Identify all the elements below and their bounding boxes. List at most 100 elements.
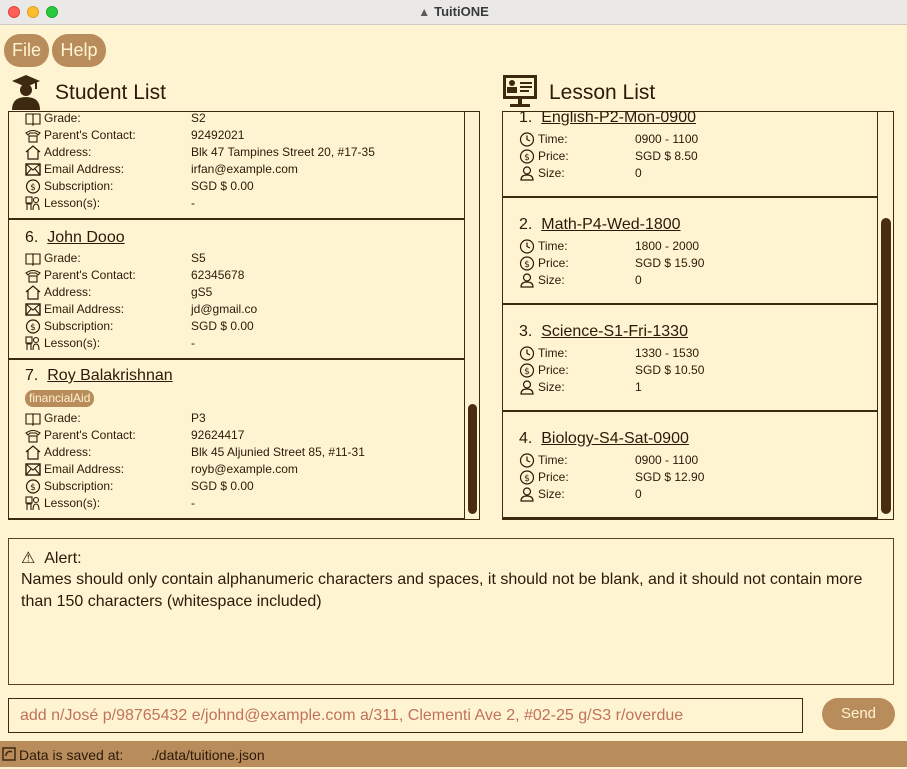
lessons-row: Lesson(s): - xyxy=(25,195,445,212)
parent-contact-label: Parent's Contact: xyxy=(44,428,136,442)
alert-header: ⚠ Alert: xyxy=(21,548,82,568)
lesson-card[interactable]: 4. Biology-S4-Sat-0900 Time: 0900 - 1100 $ P… xyxy=(503,412,877,519)
lesson-time-label: Time: xyxy=(538,239,568,253)
lesson-index: 3. xyxy=(519,323,533,340)
parent-contact-row: Parent's Contact: 62345678 xyxy=(25,267,445,284)
lesson-index: 4. xyxy=(519,430,533,447)
envelope-icon xyxy=(25,462,41,477)
lesson-time-label: Time: xyxy=(538,346,568,360)
dollar-icon: $ xyxy=(25,479,41,494)
lesson-card-title: 4. Biology-S4-Sat-0900 xyxy=(519,430,689,448)
lesson-scroll-thumb[interactable] xyxy=(881,218,891,514)
lesson-price-label: Price: xyxy=(538,149,569,163)
lesson-price-label: Price: xyxy=(538,256,569,270)
help-menu[interactable]: Help xyxy=(52,34,106,67)
svg-text:$: $ xyxy=(30,323,36,333)
lesson-code: Math-P4-Wed-1800 xyxy=(541,216,681,233)
grade-row: Grade: S2 xyxy=(25,111,445,127)
lesson-price-row: $ Price: SGD $ 10.50 xyxy=(519,362,893,379)
subscription-row: $ Subscription: SGD $ 0.00 xyxy=(25,178,445,195)
lesson-size-row: Size: 1 xyxy=(519,379,893,396)
lesson-card-title: 1. English-P2-Mon-0900 xyxy=(519,112,696,127)
subscription-label: Subscription: xyxy=(44,319,114,333)
lesson-price-value: SGD $ 15.90 xyxy=(635,256,705,270)
home-icon xyxy=(25,285,41,300)
window-title: TuitiONE xyxy=(434,4,489,19)
lesson-index: 2. xyxy=(519,216,533,233)
lesson-card[interactable]: 3. Science-S1-Fri-1330 Time: 1330 - 1530 $ P… xyxy=(503,305,877,412)
lesson-card-title: 3. Science-S1-Fri-1330 xyxy=(519,323,688,341)
grade-row: Grade: S5 xyxy=(25,250,445,267)
lesson-price-value: SGD $ 12.90 xyxy=(635,470,705,484)
home-icon xyxy=(25,445,41,460)
email-row: Email Address: royb@example.com xyxy=(25,461,445,478)
dollar-icon: $ xyxy=(519,363,535,378)
dollar-icon: $ xyxy=(25,179,41,194)
send-button[interactable]: Send xyxy=(822,698,895,730)
grade-label: Grade: xyxy=(44,111,81,125)
lesson-size-row: Size: 0 xyxy=(519,272,893,289)
lesson-price-value: SGD $ 8.50 xyxy=(635,149,698,163)
email-value: jd@gmail.co xyxy=(191,302,258,316)
lesson-time-row: Time: 0900 - 1100 xyxy=(519,452,893,469)
window-title-wrap: ▲ TuitiONE xyxy=(0,4,907,19)
student-list-title: Student List xyxy=(55,81,166,104)
student-card[interactable]: Grade: S2 Parent's Contact: 92492021 Address… xyxy=(9,111,464,220)
grade-label: Grade: xyxy=(44,251,81,265)
warning-icon: ⚠ xyxy=(21,550,36,567)
student-name: John Dooo xyxy=(47,229,125,246)
file-menu[interactable]: File xyxy=(4,34,49,67)
lesson-card[interactable]: 2. Math-P4-Wed-1800 Time: 1800 - 2000 $ Pric… xyxy=(503,198,877,305)
status-bar: Data is saved at: ./data/tuitione.json xyxy=(0,741,907,767)
student-name: Roy Balakrishnan xyxy=(47,367,173,384)
address-row: Address: Blk 47 Tampines Street 20, #17-3… xyxy=(25,144,445,161)
lesson-card[interactable]: 1. English-P2-Mon-0900 Time: 0900 - 1100 $ P… xyxy=(503,112,877,198)
address-value: Blk 45 Aljunied Street 85, #11-31 xyxy=(191,445,365,459)
lessons-row: Lesson(s): - xyxy=(25,495,445,512)
parent-contact-label: Parent's Contact: xyxy=(44,128,136,142)
phone-icon xyxy=(25,268,41,283)
student-tag: financialAid xyxy=(25,390,95,407)
clock-icon xyxy=(519,132,535,147)
student-list[interactable]: Grade: S2 Parent's Contact: 92492021 Address… xyxy=(8,111,480,520)
student-scroll-thumb[interactable] xyxy=(468,404,477,514)
subscription-value: SGD $ 0.00 xyxy=(191,319,254,333)
dollar-icon: $ xyxy=(25,319,41,334)
subscription-label: Subscription: xyxy=(44,179,114,193)
lesson-time-row: Time: 1800 - 2000 xyxy=(519,238,893,255)
lesson-price-row: $ Price: SGD $ 15.90 xyxy=(519,255,893,272)
lesson-list-scrollbar[interactable] xyxy=(877,112,893,519)
lesson-size-label: Size: xyxy=(538,166,565,180)
book-icon xyxy=(25,112,41,126)
lesson-code: Biology-S4-Sat-0900 xyxy=(541,430,689,447)
lesson-board-icon xyxy=(502,74,538,108)
alert-panel: ⚠ Alert: Names should only contain alpha… xyxy=(8,538,894,685)
email-value: royb@example.com xyxy=(191,462,298,476)
command-input[interactable]: add n/José p/98765432 e/johnd@example.co… xyxy=(8,698,803,733)
lesson-price-label: Price: xyxy=(538,470,569,484)
lessons-label: Lesson(s): xyxy=(44,196,101,210)
lesson-size-value: 1 xyxy=(635,380,642,394)
address-value: gS5 xyxy=(191,285,213,299)
grade-row: Grade: P3 xyxy=(25,410,445,427)
lessons-value: - xyxy=(191,196,195,210)
clock-icon xyxy=(519,453,535,468)
subscription-value: SGD $ 0.00 xyxy=(191,479,254,493)
svg-text:$: $ xyxy=(524,474,530,484)
lesson-list[interactable]: 1. English-P2-Mon-0900 Time: 0900 - 1100 $ P… xyxy=(502,111,894,520)
alert-message: Names should only contain alphanumeric c… xyxy=(21,571,863,610)
lessons-value: - xyxy=(191,496,195,510)
email-label: Email Address: xyxy=(44,462,125,476)
student-list-scrollbar[interactable] xyxy=(464,112,479,519)
lessons-value: - xyxy=(191,336,195,350)
student-card[interactable]: 7. Roy Balakrishnan financialAid Grade: P3 P… xyxy=(9,360,464,519)
book-icon xyxy=(25,251,41,266)
lesson-time-value: 0900 - 1100 xyxy=(635,453,699,467)
svg-text:$: $ xyxy=(30,483,36,493)
clock-icon xyxy=(519,239,535,254)
student-card[interactable]: 6. John Dooo Grade: S5 Parent's Contact: 623… xyxy=(9,220,464,360)
student-card-title: 7. Roy Balakrishnan xyxy=(25,367,173,385)
subscription-value: SGD $ 0.00 xyxy=(191,179,254,193)
lesson-card-title: 2. Math-P4-Wed-1800 xyxy=(519,216,681,234)
lessons-row: Lesson(s): - xyxy=(25,335,445,352)
